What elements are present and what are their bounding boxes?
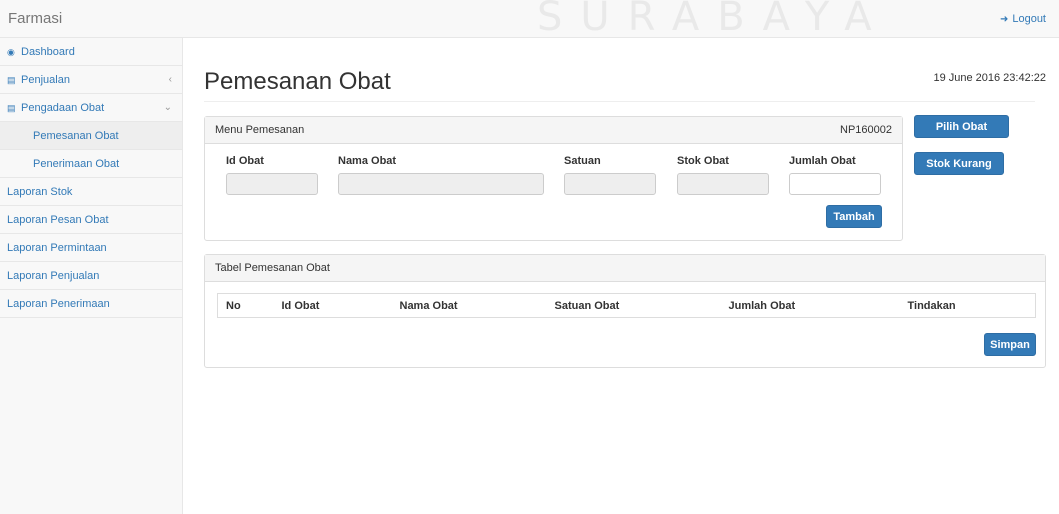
nama-obat-field[interactable]	[338, 173, 544, 195]
simpan-button[interactable]: Simpan	[984, 333, 1036, 356]
satuan-field[interactable]	[564, 173, 656, 195]
page-title: Pemesanan Obat	[204, 68, 391, 95]
top-navbar: Farmasi SURABAYA ➜ Logout	[0, 0, 1059, 40]
sidebar-item-label: Pengadaan Obat	[21, 102, 105, 114]
logout-link[interactable]: ➜ Logout	[1000, 13, 1046, 25]
sidebar-item-label: Penerimaan Obat	[33, 158, 120, 170]
column-header-jumlah-obat[interactable]: Jumlah Obat	[720, 293, 900, 318]
table-header-row: No Id Obat Nama Obat Satuan Obat Jumlah …	[217, 293, 1036, 318]
nama-obat-label: Nama Obat	[338, 155, 397, 167]
sidebar-item-penerimaan-obat[interactable]: Penerimaan Obat	[0, 150, 182, 178]
sidebar-item-label: Laporan Permintaan	[7, 242, 107, 254]
sidebar-item-label: Laporan Stok	[7, 186, 73, 198]
tambah-button[interactable]: Tambah	[826, 205, 882, 228]
column-header-nama-obat[interactable]: Nama Obat	[391, 293, 547, 318]
order-table: No Id Obat Nama Obat Satuan Obat Jumlah …	[217, 293, 1036, 318]
sidebar: ◉ Dashboard ▤ Penjualan ‹ ▤ Pengadaan Obat …	[0, 38, 183, 514]
sidebar-item-pengadaan-obat[interactable]: ▤ Pengadaan Obat ⌄	[0, 94, 182, 122]
sidebar-item-label: Penjualan	[21, 74, 70, 86]
id-obat-label: Id Obat	[226, 155, 264, 167]
chevron-down-icon: ⌄	[163, 102, 172, 113]
current-datetime: 19 June 2016 23:42:22	[933, 72, 1046, 84]
column-header-tindakan[interactable]: Tindakan	[899, 293, 1036, 318]
bar-chart-icon: ▤	[7, 103, 16, 113]
sidebar-item-label: Dashboard	[21, 46, 75, 58]
sidebar-item-laporan-pesan-obat[interactable]: Laporan Pesan Obat	[0, 206, 182, 234]
sidebar-item-laporan-penjualan[interactable]: Laporan Penjualan	[0, 262, 182, 290]
sidebar-item-label: Laporan Penjualan	[7, 270, 100, 282]
stok-kurang-button[interactable]: Stok Kurang	[914, 152, 1004, 175]
sidebar-item-label: Laporan Pesan Obat	[7, 214, 109, 226]
order-menu-panel-header: Menu Pemesanan NP160002	[205, 117, 902, 144]
order-code: NP160002	[840, 124, 892, 136]
title-divider	[204, 101, 1035, 102]
chevron-left-icon: ‹	[168, 74, 172, 85]
column-header-id-obat[interactable]: Id Obat	[273, 293, 392, 318]
sidebar-item-dashboard[interactable]: ◉ Dashboard	[0, 38, 182, 66]
pilih-obat-button[interactable]: Pilih Obat	[914, 115, 1009, 138]
sign-out-icon: ➜	[999, 14, 1009, 25]
panel-title: Menu Pemesanan	[215, 124, 305, 136]
order-menu-panel: Menu Pemesanan NP160002 Id Obat Nama Oba…	[204, 116, 903, 241]
sidebar-item-label: Pemesanan Obat	[33, 130, 119, 142]
order-table-panel-header: Tabel Pemesanan Obat	[205, 255, 1045, 282]
logout-label: Logout	[1012, 13, 1046, 25]
sidebar-item-laporan-permintaan[interactable]: Laporan Permintaan	[0, 234, 182, 262]
column-header-no[interactable]: No	[217, 293, 274, 318]
id-obat-field[interactable]	[226, 173, 318, 195]
jumlah-obat-input[interactable]	[789, 173, 881, 195]
stok-obat-field[interactable]	[677, 173, 769, 195]
satuan-label: Satuan	[564, 155, 601, 167]
sidebar-item-pemesanan-obat[interactable]: Pemesanan Obat	[0, 122, 182, 150]
sidebar-item-laporan-stok[interactable]: Laporan Stok	[0, 178, 182, 206]
dashboard-icon: ◉	[7, 47, 15, 57]
sidebar-item-laporan-penerimaan[interactable]: Laporan Penerimaan	[0, 290, 182, 318]
bar-chart-icon: ▤	[7, 75, 16, 85]
watermark-text: SURABAYA	[537, 0, 890, 40]
sidebar-item-penjualan[interactable]: ▤ Penjualan ‹	[0, 66, 182, 94]
column-header-satuan-obat[interactable]: Satuan Obat	[546, 293, 721, 318]
jumlah-obat-label: Jumlah Obat	[789, 155, 856, 167]
panel-title: Tabel Pemesanan Obat	[215, 262, 330, 274]
stok-obat-label: Stok Obat	[677, 155, 729, 167]
brand-name[interactable]: Farmasi	[8, 10, 62, 27]
sidebar-item-label: Laporan Penerimaan	[7, 298, 110, 310]
order-table-panel: Tabel Pemesanan Obat No Id Obat Nama Oba…	[204, 254, 1046, 368]
